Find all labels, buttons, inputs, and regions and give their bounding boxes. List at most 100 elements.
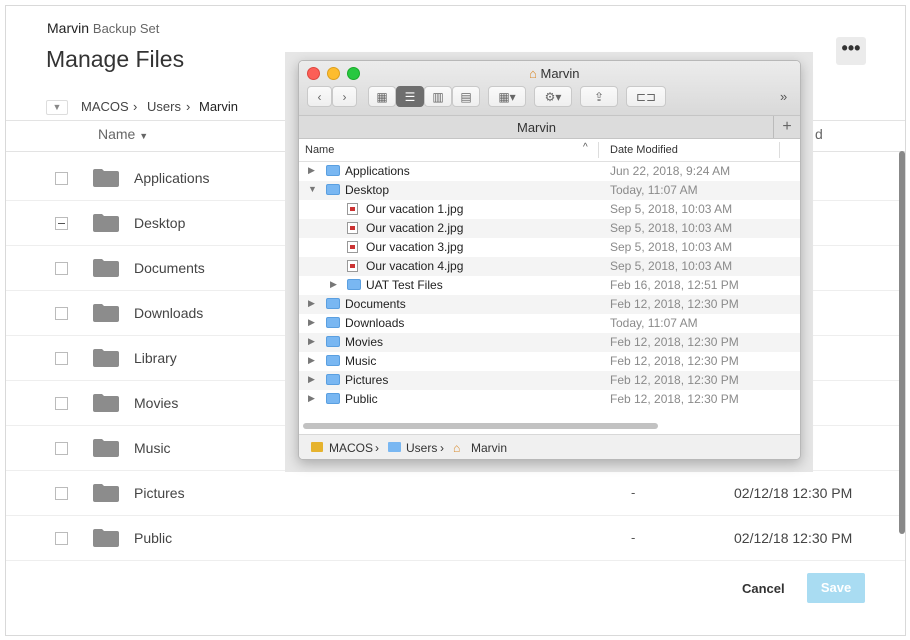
finder-item-date: Feb 12, 2018, 12:30 PM — [610, 297, 739, 311]
disclosure-triangle-icon[interactable]: ▶ — [330, 279, 337, 290]
horizontal-scrollbar[interactable] — [303, 423, 658, 429]
folder-icon — [93, 259, 119, 277]
finder-item-name: Desktop — [345, 183, 390, 197]
finder-item-name: Public — [345, 392, 378, 406]
row-checkbox[interactable] — [55, 487, 68, 500]
disclosure-triangle-icon[interactable]: ▼ — [308, 184, 317, 194]
arrange-button[interactable]: ▦▾ — [488, 86, 526, 107]
finder-date-column-header[interactable]: Date Modified — [610, 144, 678, 156]
finder-list-item[interactable]: ▶ Public Feb 12, 2018, 12:30 PM — [299, 390, 800, 409]
gallery-view-button[interactable]: ▤ — [452, 86, 480, 107]
finder-list-item[interactable]: ▶ UAT Test Files Feb 16, 2018, 12:51 PM — [299, 276, 800, 295]
image-file-icon — [347, 241, 358, 253]
folder-icon — [93, 484, 119, 502]
vertical-scrollbar[interactable] — [899, 151, 905, 534]
finder-item-name: Our vacation 2.jpg — [366, 221, 464, 235]
finder-item-name: Music — [345, 354, 377, 368]
image-file-icon — [347, 203, 358, 215]
path-item-marvin[interactable]: Marvin — [471, 441, 507, 455]
finder-list-item[interactable]: Our vacation 2.jpg Sep 5, 2018, 10:03 AM — [299, 219, 800, 238]
folder-icon — [326, 165, 340, 176]
finder-item-date: Feb 12, 2018, 12:30 PM — [610, 392, 739, 406]
finder-name-column-header[interactable]: Name — [305, 144, 334, 156]
name-column-header[interactable]: Name ▼ — [98, 126, 148, 142]
row-checkbox[interactable] — [55, 307, 68, 320]
breadcrumb-item-macos[interactable]: MACOS — [81, 99, 129, 114]
toolbar-overflow-button[interactable]: » — [780, 89, 787, 104]
finder-window-title-label: Marvin — [540, 66, 580, 81]
finder-list-item[interactable]: ▼ Desktop Today, 11:07 AM — [299, 181, 800, 200]
date-column-header-fragment: d — [815, 126, 823, 142]
disclosure-triangle-icon[interactable]: ▶ — [308, 336, 315, 347]
row-checkbox[interactable] — [55, 172, 68, 185]
share-button[interactable]: ⇪ — [580, 86, 618, 107]
finder-list-item[interactable]: Our vacation 1.jpg Sep 5, 2018, 10:03 AM — [299, 200, 800, 219]
folder-icon — [93, 214, 119, 232]
finder-list-item[interactable]: ▶ Documents Feb 12, 2018, 12:30 PM — [299, 295, 800, 314]
disclosure-triangle-icon[interactable]: ▶ — [308, 165, 315, 176]
folder-icon — [326, 298, 340, 309]
row-checkbox[interactable] — [55, 217, 68, 230]
finder-item-date: Feb 12, 2018, 12:30 PM — [610, 373, 739, 387]
row-checkbox[interactable] — [55, 532, 68, 545]
new-tab-button[interactable]: + — [773, 116, 800, 138]
breadcrumb-collapse-button[interactable]: ▼ — [46, 100, 68, 115]
table-row[interactable]: Public - 02/12/18 12:30 PM — [6, 516, 905, 561]
tags-button[interactable]: ⊏⊐ — [626, 86, 666, 107]
breadcrumb-item-users[interactable]: Users — [147, 99, 181, 114]
row-checkbox[interactable] — [55, 397, 68, 410]
path-item-macos[interactable]: MACOS — [329, 441, 373, 455]
forward-button[interactable]: › — [332, 86, 357, 107]
finder-item-date: Sep 5, 2018, 10:03 AM — [610, 259, 733, 273]
folder-icon — [326, 393, 340, 404]
finder-list-item[interactable]: Our vacation 3.jpg Sep 5, 2018, 10:03 AM — [299, 238, 800, 257]
disclosure-triangle-icon[interactable]: ▶ — [308, 298, 315, 309]
disclosure-triangle-icon[interactable]: ▶ — [308, 355, 315, 366]
finder-list-item[interactable]: Our vacation 4.jpg Sep 5, 2018, 10:03 AM — [299, 257, 800, 276]
disclosure-triangle-icon[interactable]: ▶ — [308, 317, 315, 328]
path-item-users[interactable]: Users — [406, 441, 437, 455]
finder-list-item[interactable]: ▶ Pictures Feb 12, 2018, 12:30 PM — [299, 371, 800, 390]
backup-set-name: Marvin — [47, 20, 90, 36]
row-name: Public — [134, 530, 173, 546]
finder-item-date: Sep 5, 2018, 10:03 AM — [610, 202, 733, 216]
save-button[interactable]: Save — [807, 573, 865, 603]
tab-marvin[interactable]: Marvin — [517, 120, 556, 135]
close-window-button[interactable] — [307, 67, 320, 80]
cancel-button[interactable]: Cancel — [742, 581, 785, 596]
row-checkbox[interactable] — [55, 442, 68, 455]
row-checkbox[interactable] — [55, 352, 68, 365]
list-view-button[interactable]: ☰ — [396, 86, 424, 107]
row-name: Documents — [134, 260, 205, 276]
backup-set-suffix: Backup Set — [92, 21, 160, 36]
finder-list-item[interactable]: ▶ Movies Feb 12, 2018, 12:30 PM — [299, 333, 800, 352]
finder-item-date: Jun 22, 2018, 9:24 AM — [610, 164, 731, 178]
finder-list-item[interactable]: ▶ Music Feb 12, 2018, 12:30 PM — [299, 352, 800, 371]
column-view-button[interactable]: ▥ — [424, 86, 452, 107]
finder-list-item[interactable]: ▶ Applications Jun 22, 2018, 9:24 AM — [299, 162, 800, 181]
gear-icon: ⚙▾ — [544, 90, 562, 104]
folder-icon — [93, 529, 119, 547]
folder-icon — [93, 394, 119, 412]
finder-item-name: Downloads — [345, 316, 405, 330]
icon-view-button[interactable]: ▦ — [368, 86, 396, 107]
name-column-label: Name — [98, 126, 136, 142]
folder-icon — [93, 304, 119, 322]
disclosure-triangle-icon[interactable]: ▶ — [308, 374, 315, 385]
row-name: Movies — [134, 395, 179, 411]
more-options-button[interactable]: ••• — [836, 37, 866, 65]
row-checkbox[interactable] — [55, 262, 68, 275]
minimize-window-button[interactable] — [327, 67, 340, 80]
back-button[interactable]: ‹ — [307, 86, 332, 107]
finder-item-date: Feb 12, 2018, 12:30 PM — [610, 335, 739, 349]
finder-window-title: ⌂ Marvin — [529, 66, 580, 81]
column-separator[interactable] — [598, 142, 599, 158]
finder-list-item[interactable]: ▶ Downloads Today, 11:07 AM — [299, 314, 800, 333]
zoom-window-button[interactable] — [347, 67, 360, 80]
action-button[interactable]: ⚙▾ — [534, 86, 572, 107]
disclosure-triangle-icon[interactable]: ▶ — [308, 393, 315, 404]
column-separator[interactable] — [779, 142, 780, 158]
table-row[interactable]: Pictures - 02/12/18 12:30 PM — [6, 471, 905, 516]
finder-item-date: Sep 5, 2018, 10:03 AM — [610, 221, 733, 235]
row-name: Music — [134, 440, 171, 456]
